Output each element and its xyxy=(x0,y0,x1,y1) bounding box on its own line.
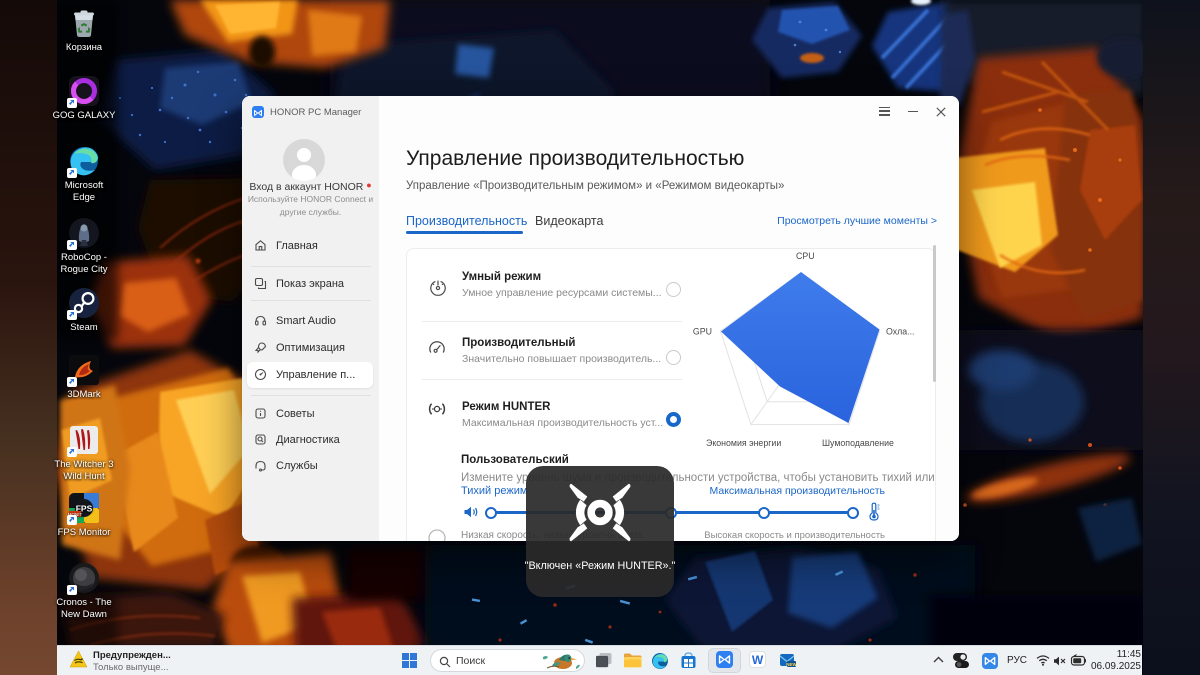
svg-text:Экономия энергии: Экономия энергии xyxy=(706,438,781,448)
svg-text:Шумоподавление: Шумоподавление xyxy=(822,438,894,448)
svg-text:Охла...: Охла... xyxy=(886,327,915,337)
svg-text:CPU: CPU xyxy=(796,251,815,261)
svg-text:NEW: NEW xyxy=(786,662,796,667)
svg-text:GPU: GPU xyxy=(693,327,712,337)
